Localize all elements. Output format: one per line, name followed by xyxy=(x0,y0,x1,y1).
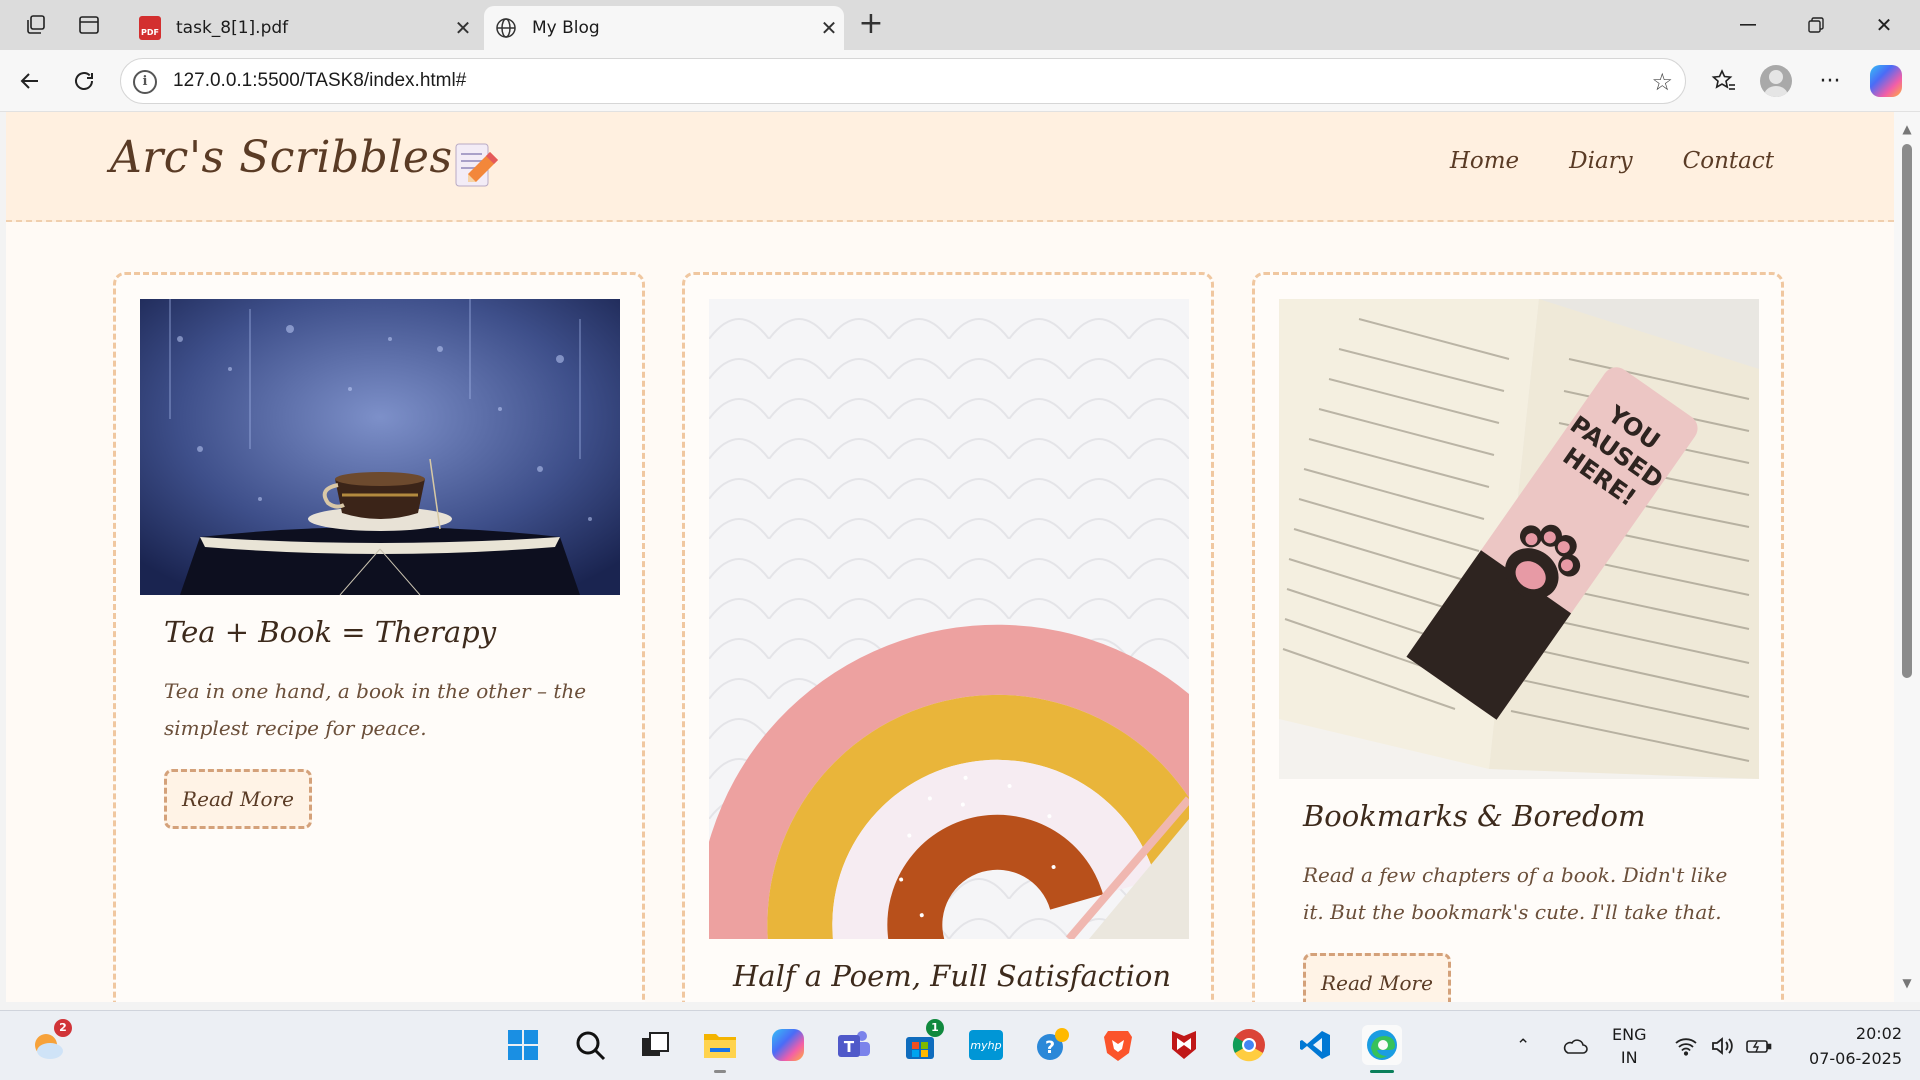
tab-title: My Blog xyxy=(532,18,600,38)
page-viewport: Arc's Scribbles.. Home Diary Contact Tea… xyxy=(6,112,1894,1002)
tab-actions-icon[interactable] xyxy=(75,11,103,39)
store-icon[interactable]: 1 xyxy=(900,1019,944,1065)
more-options-icon[interactable]: ··· xyxy=(1812,63,1848,99)
myhp-icon[interactable]: myhp xyxy=(966,1025,1006,1065)
pdf-icon: PDF xyxy=(138,16,162,40)
workspaces-icon[interactable] xyxy=(22,11,50,39)
tab-title: task_8[1].pdf xyxy=(176,18,289,38)
memo-icon xyxy=(454,138,500,190)
browser-tab-strip: PDF task_8[1].pdf ✕ My Blog ✕ + ✕ xyxy=(0,0,1920,50)
profile-avatar[interactable] xyxy=(1758,63,1794,99)
favorites-icon[interactable] xyxy=(1706,63,1742,99)
blog-card: Tea + Book = Therapy Tea in one hand, a … xyxy=(113,272,645,1002)
site-logo[interactable]: Arc's Scribbles.. xyxy=(110,132,482,183)
reload-icon[interactable] xyxy=(66,63,102,99)
search-icon[interactable] xyxy=(570,1025,610,1065)
vscode-icon[interactable] xyxy=(1295,1025,1335,1065)
nav-home[interactable]: Home xyxy=(1450,148,1519,174)
url-text: 127.0.0.1:5500/TASK8/index.html# xyxy=(173,70,467,91)
nav-contact[interactable]: Contact xyxy=(1683,148,1774,174)
tea-book-image xyxy=(140,299,620,595)
tab-pdf[interactable]: PDF task_8[1].pdf ✕ xyxy=(128,6,478,50)
globe-icon xyxy=(494,16,518,40)
site-header: Arc's Scribbles.. Home Diary Contact xyxy=(6,112,1894,222)
card-excerpt: Tea in one hand, a book in the other – t… xyxy=(164,679,587,740)
card-title[interactable]: Half a Poem, Full Satisfaction xyxy=(733,959,1171,993)
notification-badge: 1 xyxy=(926,1019,944,1037)
nav-diary[interactable]: Diary xyxy=(1569,148,1633,174)
card-title[interactable]: Bookmarks & Boredom xyxy=(1303,799,1645,833)
card-excerpt: Read a few chapters of a book. Didn't li… xyxy=(1303,863,1728,924)
rainbow-quilt-image xyxy=(709,299,1189,939)
chrome-icon[interactable] xyxy=(1229,1025,1269,1065)
language-indicator[interactable]: ENG IN xyxy=(1612,1011,1646,1080)
favorite-star-icon[interactable]: ☆ xyxy=(1651,68,1673,96)
bookmark-image: YOU PAUSED HERE! xyxy=(1279,299,1759,779)
svg-text:?: ? xyxy=(1045,1038,1055,1058)
scrollbar-thumb[interactable] xyxy=(1902,144,1912,678)
edge-icon[interactable] xyxy=(1362,1025,1402,1073)
start-icon[interactable] xyxy=(503,1025,543,1065)
show-hidden-icons[interactable]: ⌃ xyxy=(1516,1011,1530,1080)
restore-icon[interactable] xyxy=(1786,8,1846,42)
clock[interactable]: 20:02 07-06-2025 xyxy=(1809,1021,1902,1071)
weather-icon[interactable]: 2 xyxy=(28,1019,72,1065)
mcafee-icon[interactable] xyxy=(1164,1025,1204,1065)
blog-card: Half a Poem, Full Satisfaction xyxy=(682,272,1214,1002)
teams-icon[interactable]: T xyxy=(834,1025,874,1065)
task-view-icon[interactable] xyxy=(635,1025,675,1065)
brave-icon[interactable] xyxy=(1098,1025,1138,1065)
new-tab-icon[interactable]: + xyxy=(856,9,886,40)
notification-badge: 2 xyxy=(54,1019,72,1037)
copilot-icon[interactable] xyxy=(1868,63,1904,99)
scroll-up-icon[interactable]: ▲ xyxy=(1900,122,1914,136)
read-more-button[interactable]: Read More xyxy=(164,769,312,829)
card-title[interactable]: Tea + Book = Therapy xyxy=(164,615,496,649)
tab-my-blog[interactable]: My Blog ✕ xyxy=(484,6,844,50)
site-info-icon[interactable]: i xyxy=(133,70,157,94)
back-icon[interactable] xyxy=(12,63,48,99)
onedrive-icon[interactable] xyxy=(1562,1011,1588,1080)
copilot-app-icon[interactable] xyxy=(768,1025,808,1065)
minimize-icon[interactable] xyxy=(1718,8,1778,42)
read-more-button[interactable]: Read More xyxy=(1303,953,1451,1002)
close-icon[interactable]: ✕ xyxy=(814,16,844,40)
battery-icon[interactable] xyxy=(1746,1011,1772,1080)
browser-toolbar: i 127.0.0.1:5500/TASK8/index.html# ☆ ··· xyxy=(0,50,1920,112)
get-help-icon[interactable]: ? xyxy=(1032,1025,1072,1065)
scroll-down-icon[interactable]: ▼ xyxy=(1900,976,1914,990)
page-scrollbar[interactable]: ▲ ▼ xyxy=(1894,112,1920,1002)
address-bar[interactable]: i 127.0.0.1:5500/TASK8/index.html# ☆ xyxy=(120,58,1686,104)
volume-icon[interactable] xyxy=(1710,1011,1734,1080)
site-nav: Home Diary Contact xyxy=(1450,148,1774,174)
file-explorer-icon[interactable] xyxy=(700,1025,740,1073)
close-icon[interactable]: ✕ xyxy=(448,16,478,40)
windows-taskbar: 2 T 1 myhp ? ⌃ ENG IN 20:02 07-06-2025 xyxy=(0,1010,1920,1080)
close-window-icon[interactable]: ✕ xyxy=(1854,8,1914,42)
svg-text:T: T xyxy=(844,1038,855,1056)
wifi-icon[interactable] xyxy=(1674,1011,1698,1080)
blog-card: YOU PAUSED HERE! Bookmarks & Boredom Rea… xyxy=(1252,272,1784,1002)
